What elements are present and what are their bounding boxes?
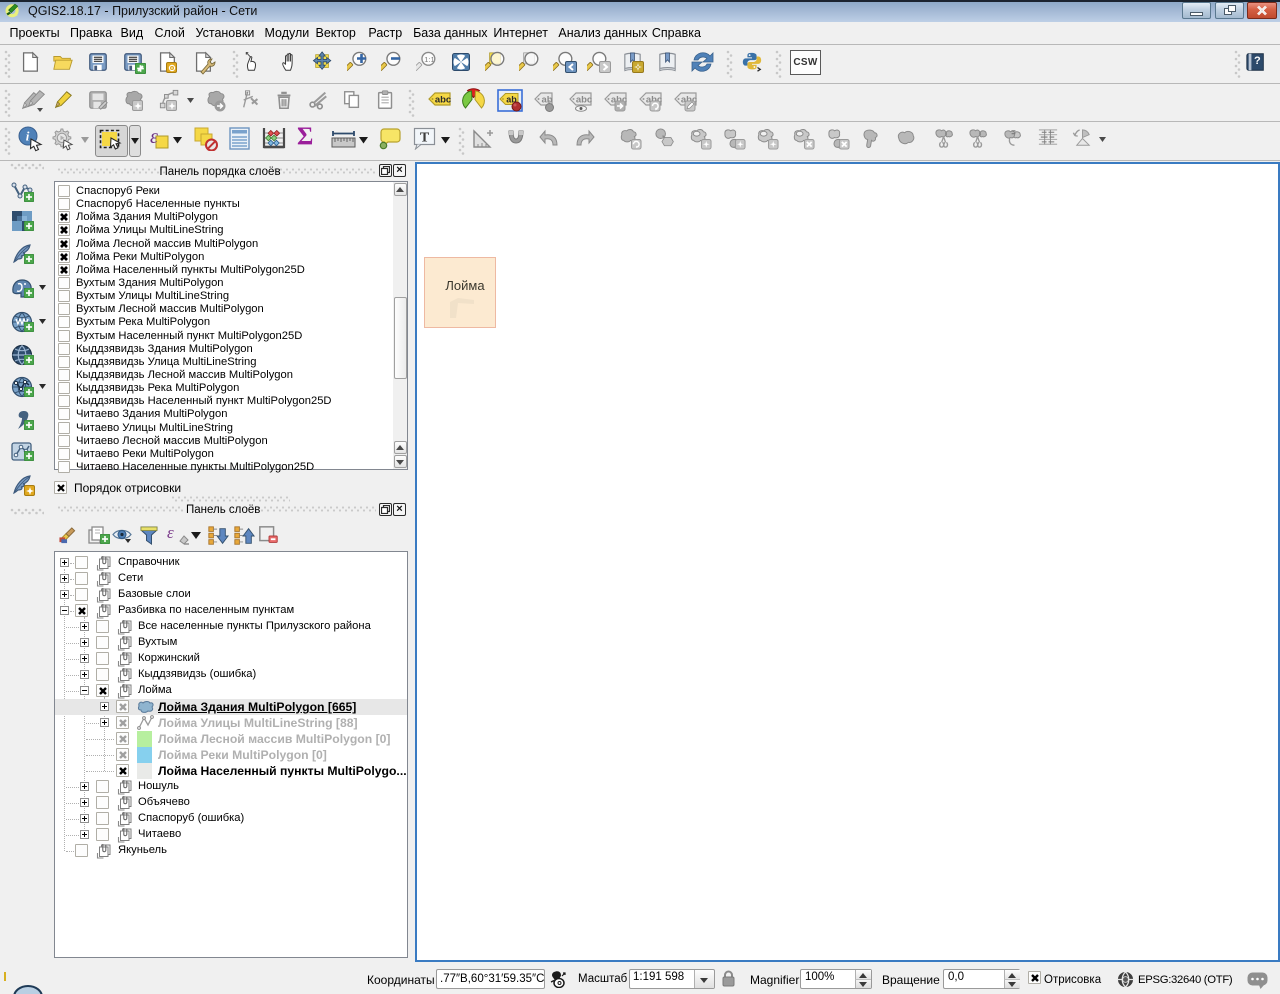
svg-text:abc: abc (435, 95, 451, 106)
svg-text:i: i (26, 129, 30, 144)
svg-text:T: T (420, 131, 430, 146)
svg-text:abc: abc (576, 95, 592, 106)
svg-text:ε: ε (150, 126, 158, 148)
